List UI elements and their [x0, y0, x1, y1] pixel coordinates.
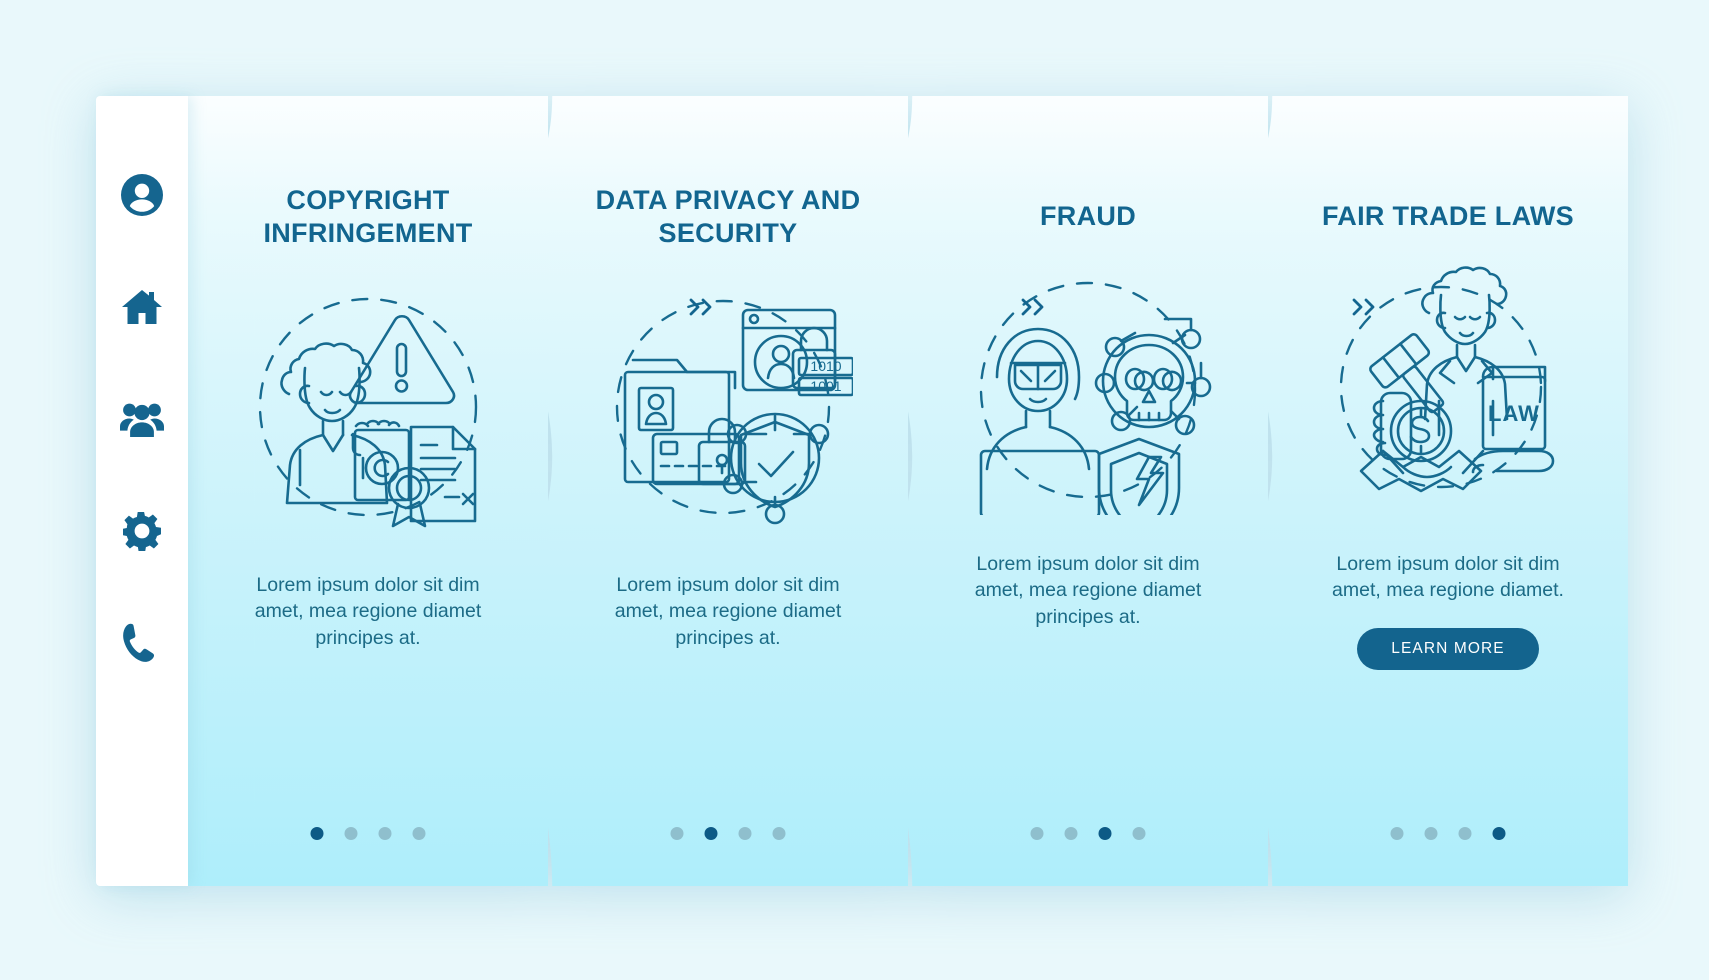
pagination-dot[interactable] [1458, 827, 1472, 840]
pagination-dot[interactable] [1064, 827, 1078, 840]
fraud-illustration [957, 259, 1219, 521]
user-circle-icon [120, 173, 164, 217]
pagination-dot[interactable] [412, 827, 426, 840]
pagination-dot[interactable] [1030, 827, 1044, 840]
card-data-privacy-and-security[interactable]: DATA PRIVACY AND SECURITY 1010 1001 Lore… [522, 96, 908, 886]
binary-row-2: 1001 [810, 378, 841, 394]
pagination-dots [1030, 827, 1146, 840]
pagination-dot[interactable] [1132, 827, 1146, 840]
sidebar-item-profile[interactable] [119, 172, 165, 218]
card-body-text: Lorem ipsum dolor sit dim amet, mea regi… [974, 552, 1202, 628]
sidebar-item-contact[interactable] [119, 620, 165, 666]
phone-icon [123, 623, 161, 663]
double-chevron-right-icon [1351, 297, 1377, 317]
card-title: FRAUD [1040, 201, 1136, 231]
pagination-dot[interactable] [738, 827, 752, 840]
pagination-dots [670, 827, 786, 840]
pagination-dot[interactable] [378, 827, 392, 840]
pagination-dots [310, 827, 426, 840]
sidebar-item-settings[interactable] [119, 508, 165, 554]
data-privacy-security-illustration: 1010 1001 [597, 276, 859, 538]
onboarding-frame: COPYRIGHT INFRINGEMENT Lorem ipsum dolor… [96, 96, 1628, 886]
people-group-icon [120, 401, 164, 437]
pagination-dots [1390, 827, 1506, 840]
step-separator-2[interactable] [1020, 297, 1046, 317]
pagination-dot[interactable] [1390, 827, 1404, 840]
law-book-label: LAW [1488, 401, 1540, 426]
pagination-dot[interactable] [1492, 827, 1506, 840]
cards-container: COPYRIGHT INFRINGEMENT Lorem ipsum dolor… [188, 96, 1628, 886]
sidebar-item-team[interactable] [119, 396, 165, 442]
learn-more-button[interactable]: LEARN MORE [1357, 627, 1539, 670]
pagination-dot[interactable] [670, 827, 684, 840]
binary-row-1: 1010 [810, 358, 841, 374]
pagination-dot[interactable] [1098, 827, 1112, 840]
card-title: COPYRIGHT INFRINGEMENT [263, 185, 473, 248]
card-title: FAIR TRADE LAWS [1322, 201, 1574, 231]
pagination-dot[interactable] [704, 827, 718, 840]
step-separator-1[interactable] [688, 297, 714, 317]
sidebar [96, 96, 188, 886]
card-body-text: Lorem ipsum dolor sit dim amet, mea regi… [254, 573, 482, 649]
double-chevron-right-icon [1020, 297, 1046, 317]
card-body-text: Lorem ipsum dolor sit dim amet, mea regi… [1332, 552, 1564, 602]
card-body-text: Lorem ipsum dolor sit dim amet, mea regi… [614, 573, 842, 649]
double-chevron-right-icon [688, 297, 714, 317]
step-separator-3[interactable] [1351, 297, 1377, 317]
card-title: DATA PRIVACY AND SECURITY [595, 185, 861, 248]
pagination-dot[interactable] [344, 827, 358, 840]
gear-icon [122, 511, 162, 551]
onboarding-page: COPYRIGHT INFRINGEMENT Lorem ipsum dolor… [0, 0, 1709, 980]
pagination-dot[interactable] [310, 827, 324, 840]
home-icon [122, 288, 162, 326]
card-fraud[interactable]: FRAUD Lorem ipsum dolor sit dim amet, me… [882, 96, 1268, 886]
card-fair-trade-laws[interactable]: FAIR TRADE LAWS LAW Lorem ipsum dolor si… [1242, 96, 1628, 886]
card-copyright-infringement[interactable]: COPYRIGHT INFRINGEMENT Lorem ipsum dolor… [188, 96, 548, 886]
pagination-dot[interactable] [1424, 827, 1438, 840]
sidebar-item-home[interactable] [119, 284, 165, 330]
pagination-dot[interactable] [772, 827, 786, 840]
copyright-infringement-illustration [237, 276, 499, 538]
